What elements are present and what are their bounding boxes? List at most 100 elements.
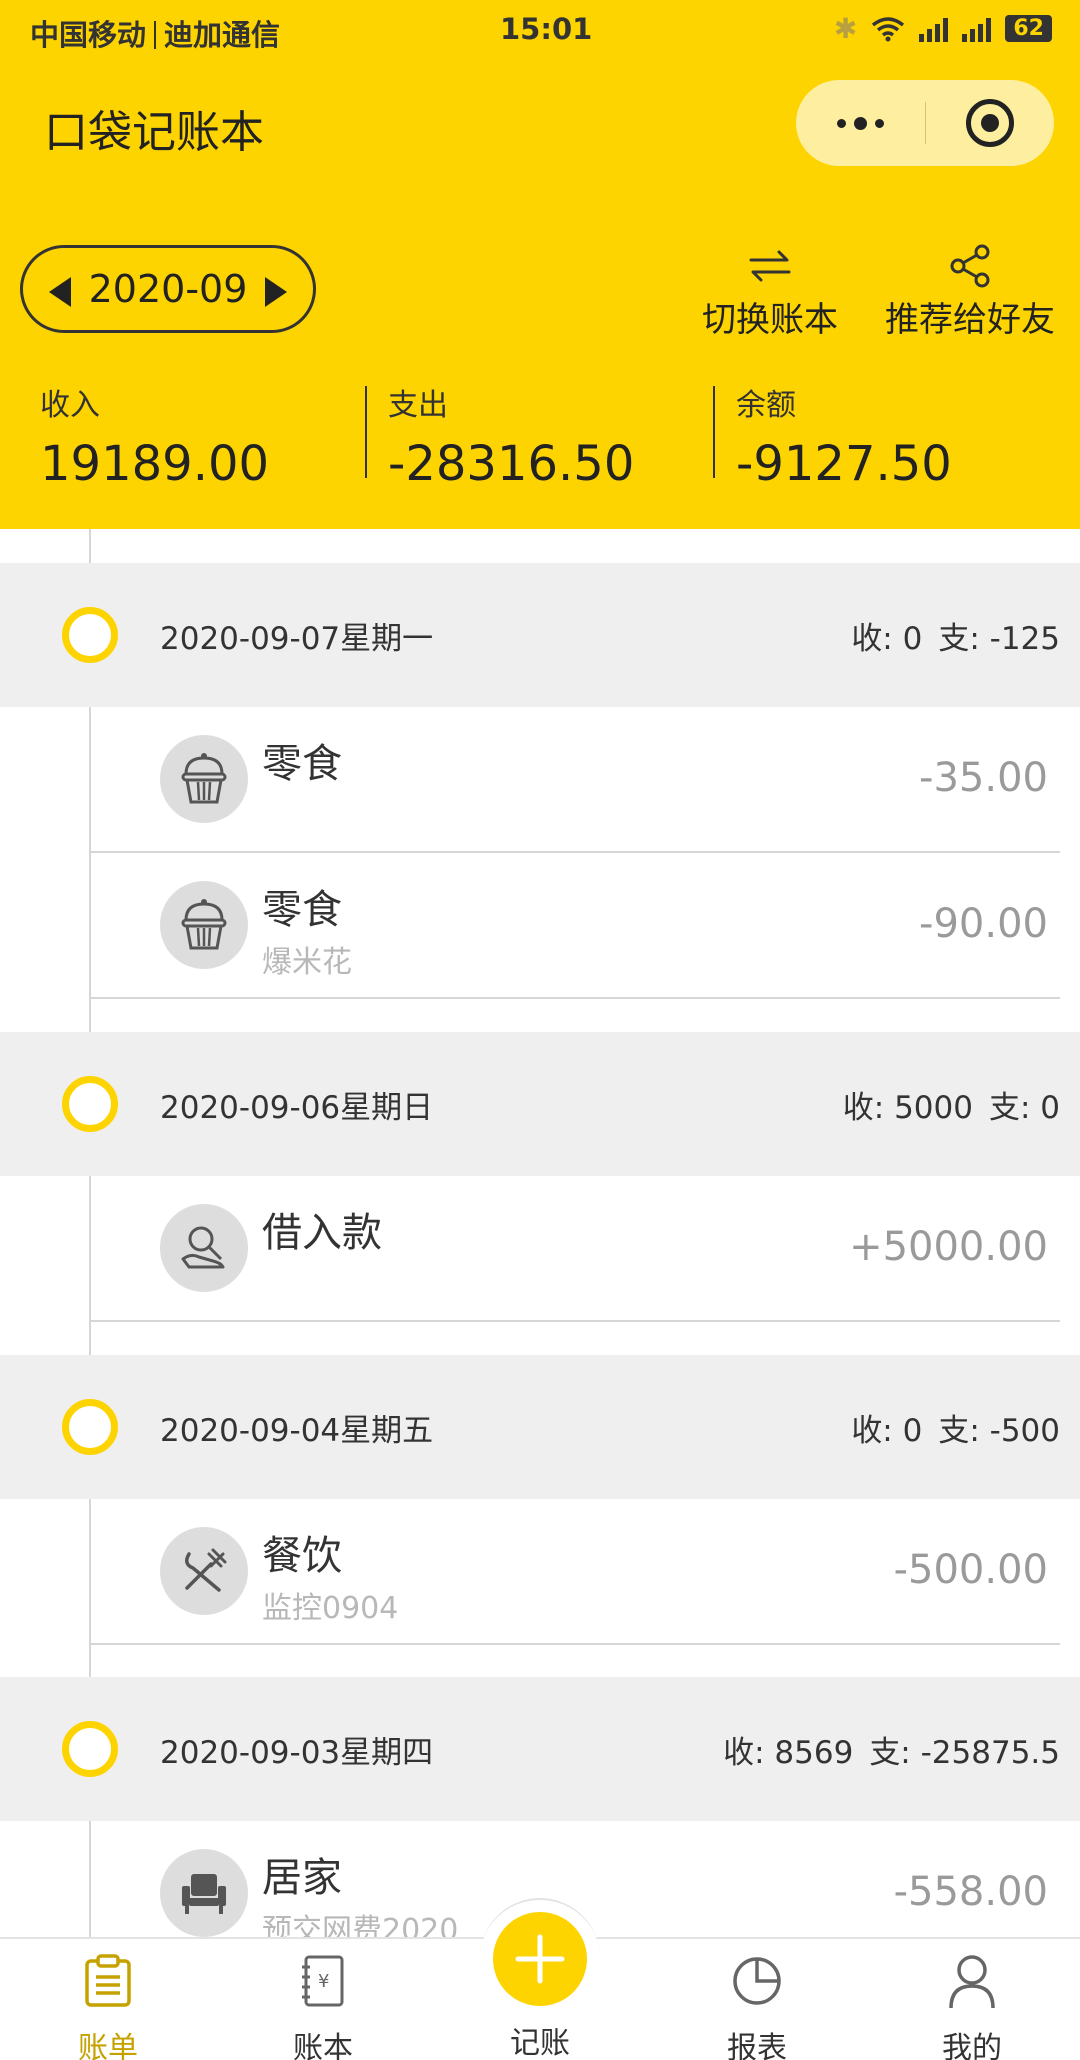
category-name: 居家: [262, 1855, 342, 1901]
tab-reports[interactable]: 报表: [677, 1939, 837, 2060]
day-totals: 收: 5000 支: 0: [843, 1082, 1060, 1127]
day-header: 2020-09-03星期四 收: 8569 支: -25875.5: [0, 1677, 1080, 1821]
tab-label: 我的: [942, 2031, 1002, 2060]
summary-divider: [713, 386, 715, 478]
day-expense: 支: -500: [938, 1413, 1060, 1449]
transaction-amount: -90.00: [919, 901, 1048, 947]
tab-label: 报表: [727, 2031, 787, 2060]
tab-label: 账本: [293, 2031, 353, 2060]
carrier-info: 中国移动 迪加通信: [30, 12, 280, 54]
transaction-amount: +5000.00: [849, 1224, 1048, 1270]
header-panel: 中国移动 迪加通信 15:01 ✱ 62 口袋记账本 2020-09 切换账本 …: [0, 0, 1080, 529]
expense-summary: 支出 -28316.50: [388, 380, 634, 492]
close-miniprogram-button[interactable]: [966, 99, 1014, 147]
bill-clipboard-icon: [28, 1939, 188, 2023]
carrier-secondary: 迪加通信: [164, 18, 281, 52]
transaction-row[interactable]: 零食 爆米花 -90.00: [0, 853, 1080, 999]
balance-value: -9127.50: [736, 436, 952, 492]
transaction-row[interactable]: 借入款 +5000.00: [0, 1176, 1080, 1322]
day-totals: 收: 0 支: -500: [851, 1405, 1060, 1450]
battery-level: 62: [1005, 15, 1052, 42]
row-divider: [90, 1643, 1060, 1645]
day-income: 收: 5000: [842, 1090, 973, 1126]
add-record-button[interactable]: [493, 1912, 587, 2006]
category-name: 零食: [262, 741, 342, 787]
day-expense: 支: -125: [938, 621, 1060, 657]
plus-icon: [515, 1934, 565, 1984]
status-icons: ✱ 62: [834, 12, 1052, 45]
tab-record-label[interactable]: 记账: [480, 2018, 600, 2060]
category-name: 零食: [262, 887, 342, 933]
title-row: 口袋记账本: [0, 80, 1080, 170]
status-bar: 中国移动 迪加通信 15:01 ✱ 62: [0, 0, 1080, 60]
cupcake-icon: [160, 735, 248, 823]
next-month-button[interactable]: [265, 277, 287, 307]
wifi-icon: [872, 16, 905, 41]
transaction-note: 监控0904: [262, 1591, 399, 1626]
day-date: 2020-09-04星期五: [160, 1413, 434, 1449]
day-header: 2020-09-07星期一 收: 0 支: -125: [0, 563, 1080, 707]
transaction-amount: -500.00: [893, 1547, 1048, 1593]
ledger-book-icon: ¥: [243, 1939, 403, 2023]
day-totals: 收: 0 支: -125: [851, 613, 1060, 658]
month-picker: 2020-09: [20, 245, 316, 333]
timeline-dot-icon: [62, 607, 118, 663]
carrier-primary: 中国移动: [30, 18, 147, 52]
more-dot-icon: [836, 118, 846, 128]
category-name: 借入款: [262, 1210, 382, 1256]
day-date: 2020-09-07星期一: [160, 621, 434, 657]
more-dot-icon: [853, 116, 867, 130]
timeline-dot-icon: [62, 1721, 118, 1777]
day-income: 收: 8569: [723, 1735, 854, 1771]
prev-month-button[interactable]: [49, 277, 71, 307]
expense-value: -28316.50: [388, 436, 635, 492]
transaction-list[interactable]: 2020-09-07星期一 收: 0 支: -125 零食 -35.00 零食 …: [0, 529, 1080, 1937]
timeline-dot-icon: [62, 1399, 118, 1455]
page-title: 口袋记账本: [44, 107, 264, 158]
current-month[interactable]: 2020-09: [89, 267, 248, 311]
day-expense: 支: -25875.5: [869, 1735, 1060, 1771]
row-divider: [90, 997, 1060, 999]
share-button[interactable]: 推荐给好友: [878, 240, 1062, 341]
day-income: 收: 0: [851, 621, 923, 657]
swap-arrows-icon: [690, 240, 850, 292]
bluetooth-icon: ✱: [833, 12, 858, 45]
transaction-row[interactable]: 餐饮 监控0904 -500.00: [0, 1499, 1080, 1645]
income-value: 19189.00: [40, 436, 270, 492]
armchair-icon: [160, 1849, 248, 1937]
day-income: 收: 0: [851, 1413, 923, 1449]
more-options-button[interactable]: [796, 80, 924, 166]
share-icon: [878, 240, 1062, 292]
switch-book-label: 切换账本: [702, 300, 838, 340]
tab-label: 账单: [78, 2031, 138, 2060]
day-header: 2020-09-04星期五 收: 0 支: -500: [0, 1355, 1080, 1499]
capsule-divider: [925, 102, 926, 144]
more-dot-icon: [874, 118, 884, 128]
transaction-row[interactable]: 零食 -35.00: [0, 707, 1080, 853]
row-divider: [90, 1320, 1060, 1322]
pie-chart-icon: [677, 1939, 837, 2023]
balance-label: 余额: [736, 388, 796, 423]
transaction-amount: -35.00: [919, 755, 1048, 801]
category-name: 餐饮: [262, 1533, 342, 1579]
timeline-dot-icon: [62, 1076, 118, 1132]
switch-book-button[interactable]: 切换账本: [690, 240, 850, 341]
expense-label: 支出: [388, 388, 448, 423]
signal-bars-icon: [919, 16, 949, 42]
tab-profile[interactable]: 我的: [892, 1939, 1052, 2060]
loan-hand-icon: [160, 1204, 248, 1292]
day-date: 2020-09-03星期四: [160, 1735, 434, 1771]
signal-bars-2-icon: [962, 16, 992, 42]
status-time: 15:01: [500, 12, 593, 46]
cutlery-icon: [160, 1527, 248, 1615]
cupcake-icon: [160, 881, 248, 969]
income-summary: 收入 19189.00: [40, 380, 269, 492]
tab-ledger[interactable]: ¥ 账本: [243, 1939, 403, 2060]
transaction-note: 预交网费2020: [262, 1913, 459, 1937]
tab-bills[interactable]: 账单: [28, 1939, 188, 2060]
user-icon: [892, 1939, 1052, 2023]
summary-divider: [365, 386, 367, 478]
day-expense: 支: 0: [988, 1090, 1060, 1126]
income-label: 收入: [40, 388, 100, 423]
day-date: 2020-09-06星期日: [160, 1090, 434, 1126]
